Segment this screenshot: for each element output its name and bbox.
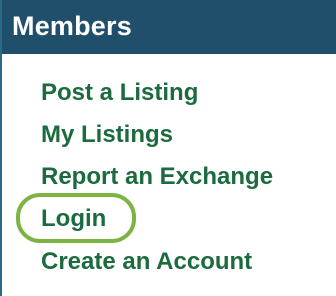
menu-item-login[interactable]: Login [41,205,106,233]
menu-item-create-an-account[interactable]: Create an Account [41,248,252,276]
members-menu: Post a Listing My Listings Report an Exc… [2,0,336,296]
menu-item-my-listings[interactable]: My Listings [41,121,173,149]
menu-item-post-a-listing[interactable]: Post a Listing [41,79,198,107]
menu-item-report-an-exchange[interactable]: Report an Exchange [41,163,273,191]
members-panel: Members Post a Listing My Listings Repor… [0,0,336,296]
